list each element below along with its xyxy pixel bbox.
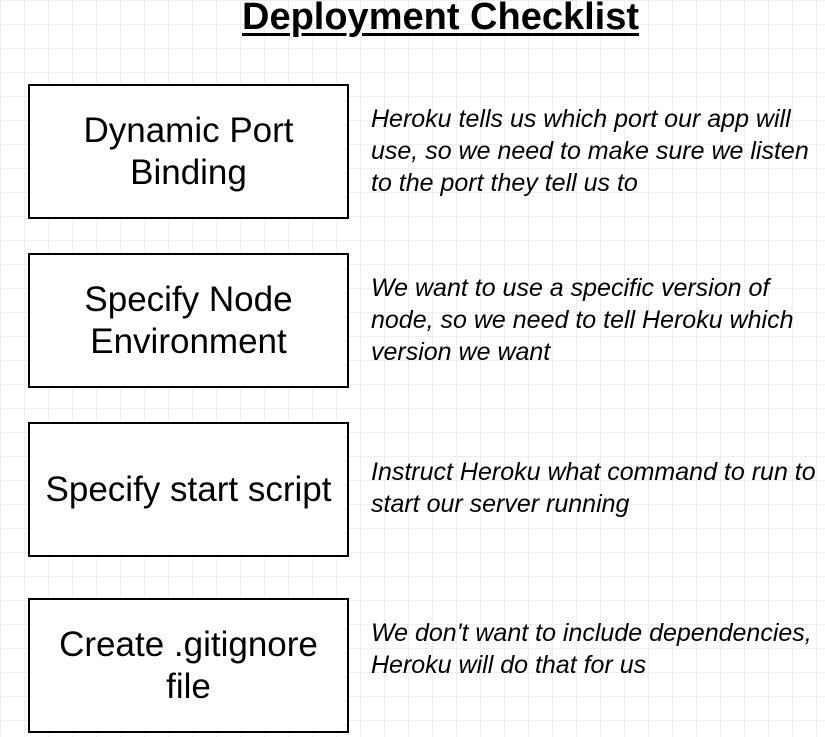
step-box-dynamic-port-binding: Dynamic Port Binding <box>28 84 349 219</box>
step-description-create-gitignore-file: We don't want to include dependencies, H… <box>371 619 812 679</box>
step-box-specify-start-script: Specify start script <box>28 422 349 557</box>
step-description-dynamic-port-binding: Heroku tells us which port our app will … <box>371 105 809 197</box>
step-description-specify-node-environment: We want to use a specific version of nod… <box>371 274 794 366</box>
step-box-create-gitignore-file: Create .gitignore file <box>28 598 349 733</box>
step-box-specify-node-environment: Specify Node Environment <box>28 253 349 388</box>
diagram-title: Deployment Checklist <box>242 0 639 38</box>
step-description-specify-start-script: Instruct Heroku what command to run to s… <box>371 458 816 518</box>
